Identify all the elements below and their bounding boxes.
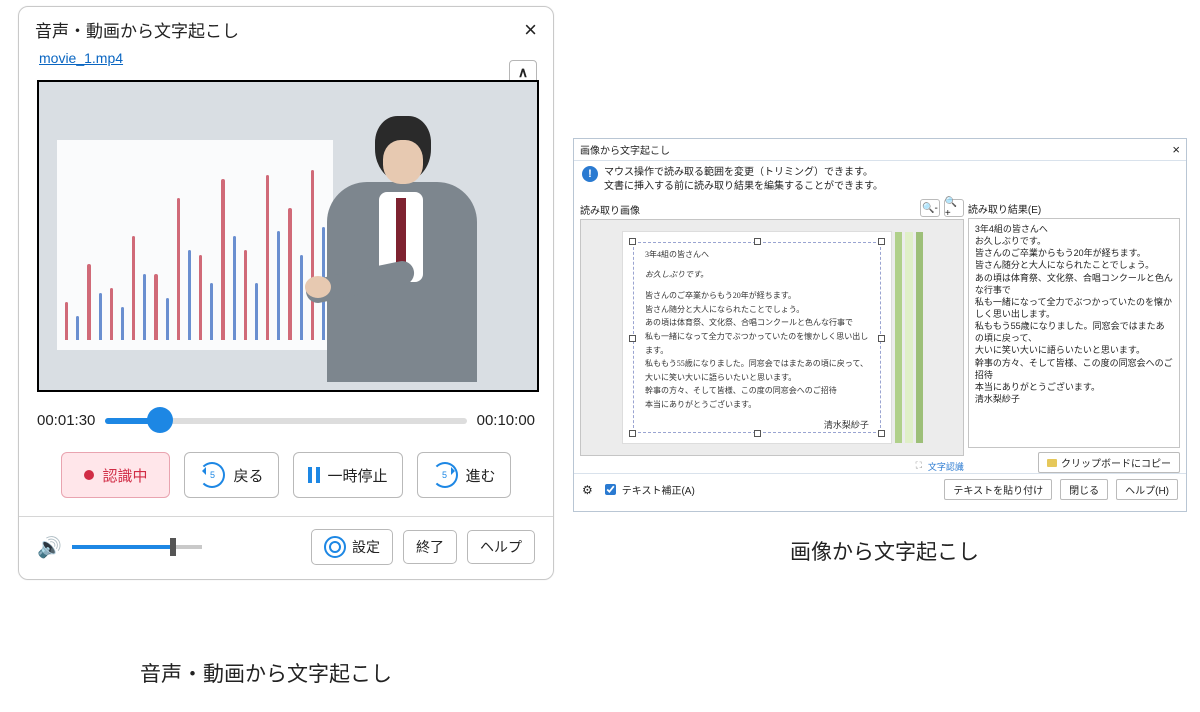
ocr-recognize-link[interactable]: 文字認識 <box>928 460 964 473</box>
video-frame[interactable] <box>37 80 539 392</box>
rewind-icon: 5 <box>199 462 225 488</box>
ocr-image-pane[interactable]: 3年4組の皆さんへお久しぶりです。皆さんのご卒業からもう20年が経ちます。皆さん… <box>580 219 964 456</box>
seek-slider[interactable] <box>105 410 466 430</box>
expand-icon[interactable]: ⛶ <box>916 460 922 473</box>
ocr-infobar: ! マウス操作で読み取る範囲を変更（トリミング）できます。 文書に挿入する前に読… <box>574 161 1186 199</box>
playback-controls: 認識中 5 戻る 一時停止 5 進む <box>37 452 535 498</box>
result-pane-label: 読み取り結果(E) <box>968 199 1180 218</box>
settings-label: 設定 <box>352 537 380 557</box>
forward-label: 進む <box>466 465 496 486</box>
exit-label: 終了 <box>416 537 444 557</box>
ocr-title: 画像から文字起こし <box>580 142 670 157</box>
recognizing-label: 認識中 <box>102 465 147 486</box>
pause-label: 一時停止 <box>328 465 388 486</box>
ocr-result-textarea[interactable]: 3年4組の皆さんへお久しぶりです。皆さんのご卒業からもう20年が経ちます。皆さん… <box>968 218 1180 448</box>
media-bottombar: 🔊 設定 終了 ヘルプ <box>19 517 553 579</box>
copy-clipboard-button[interactable]: クリップボードにコピー <box>1038 452 1180 473</box>
image-pane-label: 読み取り画像 <box>580 200 640 219</box>
ocr-footer: ⚙ テキスト補正(A) テキストを貼り付け 閉じる ヘルプ(H) <box>574 473 1186 505</box>
info-icon: ! <box>582 166 598 182</box>
pause-icon <box>308 467 320 483</box>
media-filebar: movie_1.mp4 <box>19 50 553 74</box>
clipboard-icon <box>1047 459 1057 467</box>
pause-button[interactable]: 一時停止 <box>293 452 403 498</box>
caption-ocr: 画像から文字起こし <box>790 536 979 566</box>
help-button[interactable]: ヘルプ <box>467 530 535 564</box>
close-icon[interactable]: × <box>1172 142 1180 157</box>
time-total: 00:10:00 <box>477 412 535 429</box>
media-file-link[interactable]: movie_1.mp4 <box>39 50 123 66</box>
exit-button[interactable]: 終了 <box>403 530 457 564</box>
recognizing-button[interactable]: 認識中 <box>61 452 170 498</box>
ocr-titlebar: 画像から文字起こし × <box>574 139 1186 161</box>
rewind-button[interactable]: 5 戻る <box>184 452 278 498</box>
paste-text-button[interactable]: テキストを貼り付け <box>944 479 1052 500</box>
source-letter-image: 3年4組の皆さんへお久しぶりです。皆さんのご卒業からもう20年が経ちます。皆さん… <box>623 232 891 443</box>
forward-icon: 5 <box>432 462 458 488</box>
settings-button[interactable]: 設定 <box>311 529 393 565</box>
gear-icon <box>324 536 346 558</box>
media-titlebar: 音声・動画から文字起こし × <box>19 7 553 50</box>
close-icon[interactable]: × <box>524 19 537 41</box>
rewind-label: 戻る <box>233 465 263 486</box>
volume-icon[interactable]: 🔊 <box>37 535 62 560</box>
ocr-image-pane-wrap: 読み取り画像 🔍- 🔍+ <box>580 199 964 473</box>
presenter-figure <box>297 100 497 390</box>
slide-bar-chart <box>57 140 333 350</box>
video-area: ∧ <box>37 80 535 392</box>
media-title: 音声・動画から文字起こし <box>35 17 239 42</box>
media-transcription-window: 音声・動画から文字起こし × movie_1.mp4 ∧ 00:01:30 00… <box>18 6 554 580</box>
zoom-out-icon[interactable]: 🔍- <box>920 199 940 217</box>
result-pane-footer: クリップボードにコピー <box>968 448 1180 473</box>
image-pane-footer: ⛶ 文字認識 <box>580 456 964 473</box>
close-button[interactable]: 閉じる <box>1060 479 1108 500</box>
help-label: ヘルプ <box>480 537 522 557</box>
help-button[interactable]: ヘルプ(H) <box>1116 479 1178 500</box>
page-color-bars <box>895 232 923 443</box>
caption-media: 音声・動画から文字起こし <box>140 658 392 688</box>
text-correction-checkbox[interactable]: テキスト補正(A) <box>601 481 695 498</box>
ocr-info-text: マウス操作で読み取る範囲を変更（トリミング）できます。 文書に挿入する前に読み取… <box>604 166 883 193</box>
record-icon <box>84 470 94 480</box>
ocr-body: 読み取り画像 🔍- 🔍+ <box>574 199 1186 473</box>
ocr-result-pane-wrap: 読み取り結果(E) 3年4組の皆さんへお久しぶりです。皆さんのご卒業からもう20… <box>968 199 1180 473</box>
volume-slider[interactable] <box>72 540 202 554</box>
zoom-in-icon[interactable]: 🔍+ <box>944 199 964 217</box>
image-zoom-toolbar: 🔍- 🔍+ <box>920 199 964 217</box>
ocr-window: 画像から文字起こし × ! マウス操作で読み取る範囲を変更（トリミング）できます… <box>573 138 1187 512</box>
gear-icon[interactable]: ⚙ <box>582 483 593 497</box>
time-current: 00:01:30 <box>37 412 95 429</box>
playback-timeline: 00:01:30 00:10:00 <box>37 410 535 430</box>
forward-button[interactable]: 5 進む <box>417 452 511 498</box>
